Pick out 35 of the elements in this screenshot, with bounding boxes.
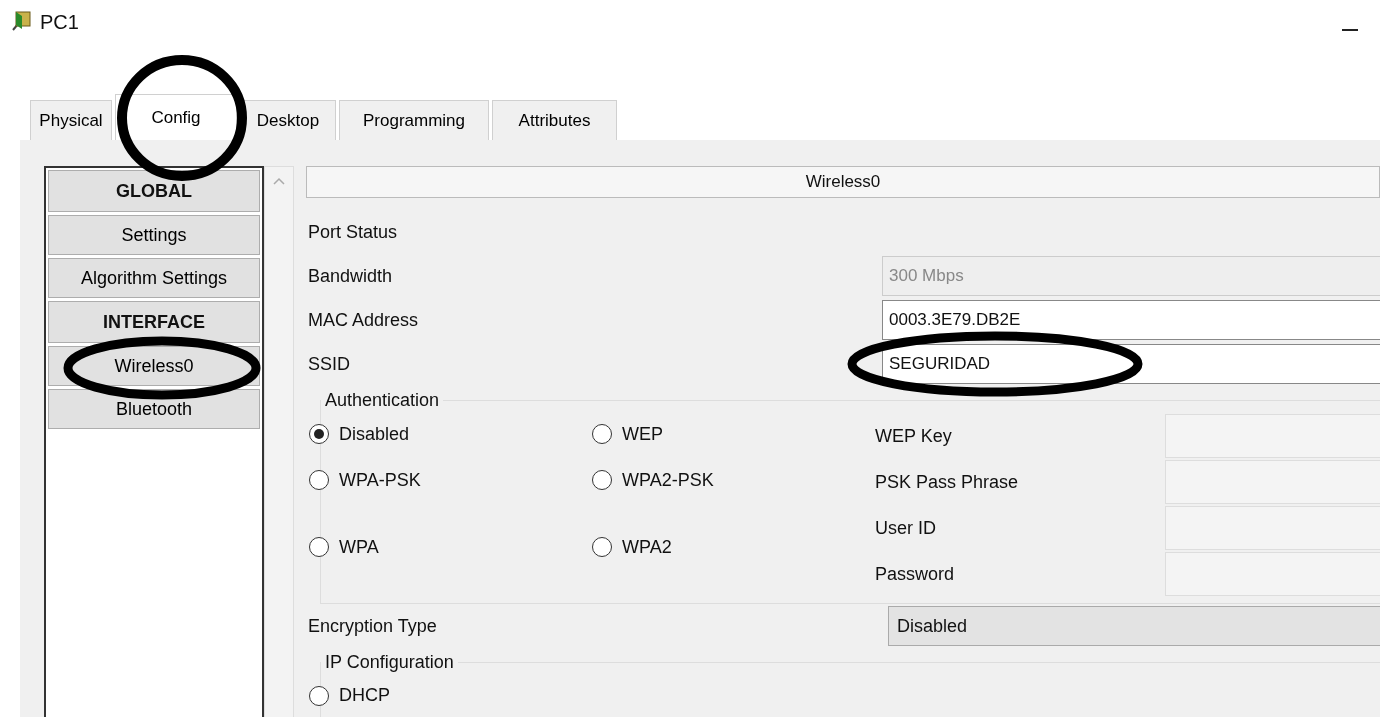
- radio-option[interactable]: WPA: [309, 536, 592, 558]
- field-label: SSID: [307, 353, 351, 375]
- field-label: PSK Pass Phrase: [875, 471, 1020, 493]
- radio-option[interactable]: WPA-PSK: [309, 469, 592, 491]
- minimize-button[interactable]: [1342, 29, 1358, 31]
- section-header: GLOBAL: [48, 170, 260, 212]
- tab[interactable]: Programming: [339, 100, 489, 140]
- tab[interactable]: Physical: [30, 100, 112, 140]
- dropdown[interactable]: Disabled: [888, 606, 1380, 646]
- field-label: MAC Address: [307, 309, 420, 331]
- tab[interactable]: Attributes: [492, 100, 617, 140]
- panel-header: Wireless0: [306, 166, 1380, 198]
- sidebar-item[interactable]: Algorithm Settings: [48, 258, 260, 298]
- scroll-up-icon[interactable]: [273, 177, 285, 185]
- window-title: PC1: [40, 10, 79, 34]
- section-header: INTERFACE: [48, 301, 260, 343]
- tab[interactable]: Config: [115, 94, 237, 140]
- text-field[interactable]: SEGURIDAD: [882, 344, 1380, 384]
- group-title: Authentication: [324, 390, 441, 411]
- field-label: Bandwidth: [307, 265, 394, 287]
- scrollbar[interactable]: [264, 166, 294, 717]
- field-label: User ID: [875, 517, 937, 539]
- radio-option[interactable]: WPA2: [592, 536, 875, 558]
- field-label: Encryption Type: [307, 615, 438, 637]
- field-label: Password: [875, 563, 956, 585]
- field-label: Port Status: [307, 221, 399, 243]
- text-field[interactable]: 0003.3E79.DB2E: [882, 300, 1380, 340]
- sidebar-item[interactable]: Settings: [48, 215, 260, 255]
- radio-option[interactable]: Disabled: [309, 423, 592, 445]
- radio-option[interactable]: DHCP: [309, 685, 609, 706]
- field-label: WEP Key: [875, 425, 953, 447]
- group-title: IP Configuration: [324, 652, 455, 673]
- radio-option[interactable]: WEP: [592, 423, 875, 445]
- tab[interactable]: Desktop: [240, 100, 336, 140]
- radio-option[interactable]: WPA2-PSK: [592, 469, 875, 491]
